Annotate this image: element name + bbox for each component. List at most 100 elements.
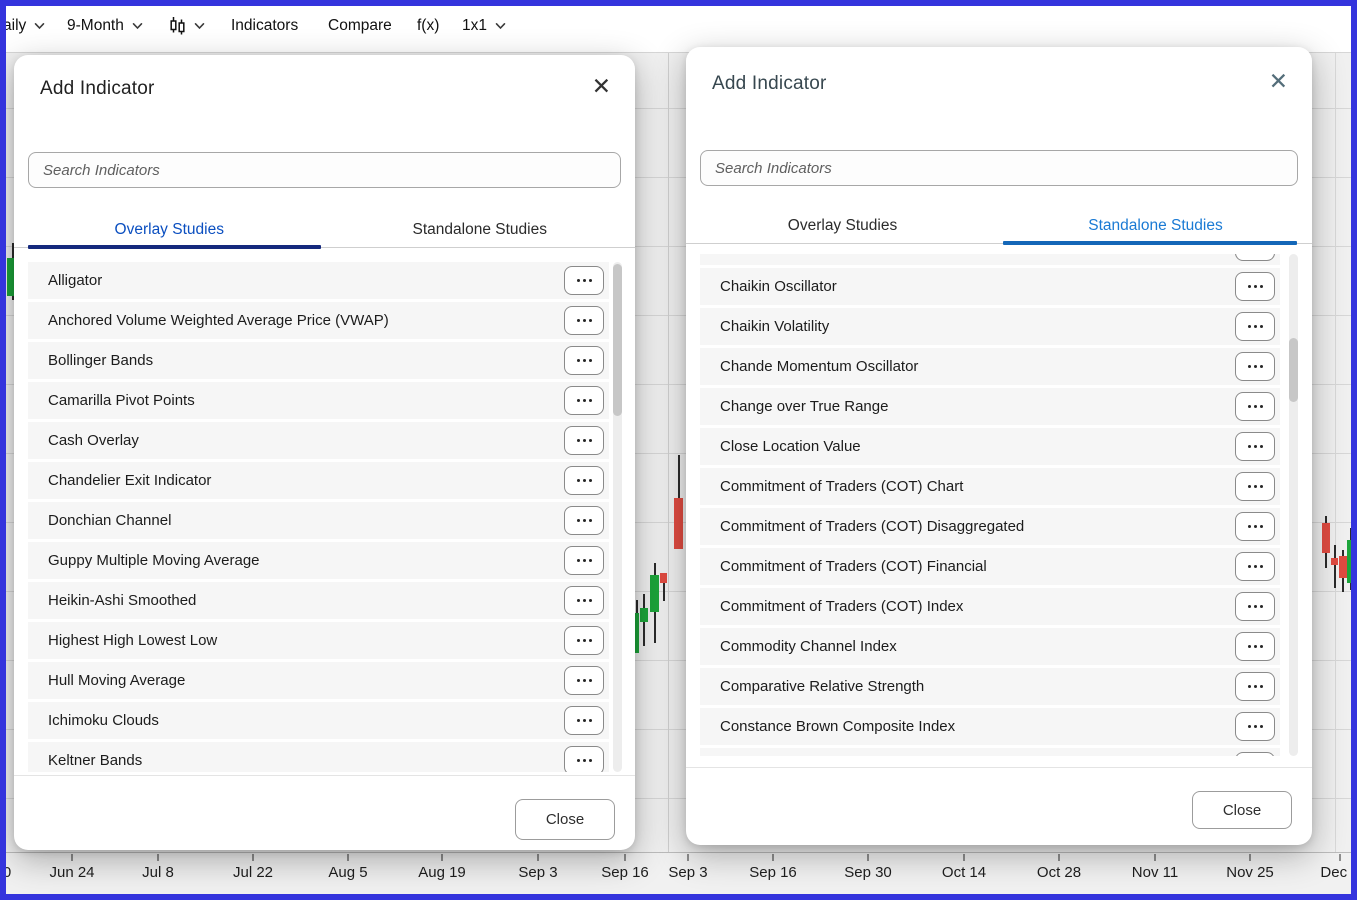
toolbar-item-indicators[interactable]: Indicators [231, 0, 298, 52]
tab-overlay-studies[interactable]: Overlay Studies [14, 215, 325, 247]
indicator-name: Hull Moving Average [48, 662, 185, 699]
scrollbar-thumb[interactable] [1289, 338, 1298, 402]
toolbar-chart-type-button[interactable] [169, 0, 205, 52]
more-options-button[interactable] [564, 506, 604, 535]
list-scrollbar[interactable] [1289, 254, 1298, 756]
more-options-button[interactable] [1235, 752, 1275, 756]
axis-tick [347, 854, 349, 861]
more-options-button[interactable] [564, 626, 604, 655]
more-options-button[interactable] [1235, 254, 1275, 261]
indicator-row: Commitment of Traders (COT) Disaggregate… [700, 508, 1280, 545]
toolbar-item-aily[interactable]: aily [3, 0, 45, 52]
list-scrollbar[interactable] [613, 262, 622, 772]
more-options-button[interactable] [1235, 272, 1275, 301]
add-indicator-dialog-left: Add Indicator ✕ Overlay Studies Standalo… [14, 55, 635, 850]
candlestick-down [674, 455, 683, 549]
indicator-name: Chande Momentum Oscillator [720, 348, 918, 385]
scrollbar-thumb[interactable] [613, 264, 622, 416]
tab-standalone-studies[interactable]: Standalone Studies [325, 215, 636, 247]
indicator-row: Chaikin Oscillator [700, 268, 1280, 305]
axis-date-label: Oct 14 [942, 864, 986, 881]
ellipsis-icon [1248, 525, 1251, 528]
indicator-name: Chaikin Volatility [720, 308, 829, 345]
indicator-row: Cash Overlay [28, 422, 609, 459]
footer-divider [14, 775, 635, 776]
more-options-button[interactable] [1235, 552, 1275, 581]
more-options-button[interactable] [1235, 592, 1275, 621]
chevron-down-icon [495, 22, 506, 30]
axis-date-label: Sep 30 [844, 864, 892, 881]
more-options-button[interactable] [1235, 672, 1275, 701]
more-options-button[interactable] [564, 746, 604, 772]
indicator-row: Guppy Multiple Moving Average [28, 542, 609, 579]
close-button[interactable]: Close [515, 799, 615, 840]
indicator-row: Constance Brown Composite Index [700, 708, 1280, 745]
axis-date-label: Jun 24 [49, 864, 94, 881]
close-button[interactable]: Close [1192, 791, 1292, 829]
indicator-name: Ichimoku Clouds [48, 702, 159, 739]
studies-tabs: Overlay Studies Standalone Studies [686, 211, 1312, 244]
x-axis-date-strip: 0Jun 24Jul 8Jul 22Aug 5Aug 19Sep 3Sep 16… [0, 852, 1357, 895]
more-options-button[interactable] [564, 266, 604, 295]
more-options-button[interactable] [564, 306, 604, 335]
more-options-button[interactable] [1235, 392, 1275, 421]
indicator-row: Keltner Bands [28, 742, 609, 772]
search-indicators-input[interactable] [28, 152, 621, 188]
axis-date-label: Nov 11 [1132, 864, 1178, 881]
axis-tick [157, 854, 159, 861]
axis-date-label: Aug 5 [328, 864, 367, 881]
toolbar-item-9-month[interactable]: 9-Month [67, 0, 143, 52]
ellipsis-icon [1248, 325, 1251, 328]
more-options-button[interactable] [564, 546, 604, 575]
close-icon[interactable]: ✕ [592, 75, 611, 98]
more-options-button[interactable] [564, 386, 604, 415]
indicator-name: Comparative Relative Strength [720, 668, 924, 705]
more-options-button[interactable] [1235, 712, 1275, 741]
indicator-name: Camarilla Pivot Points [48, 382, 195, 419]
axis-tick [867, 854, 869, 861]
candlestick-down [1331, 545, 1338, 588]
search-indicators-input[interactable] [700, 150, 1298, 186]
indicator-row: Chande Momentum Oscillator [700, 348, 1280, 385]
tab-standalone-studies[interactable]: Standalone Studies [999, 211, 1312, 243]
indicator-name: Close Location Value [720, 428, 861, 465]
axis-tick [687, 854, 689, 861]
more-options-button[interactable] [564, 346, 604, 375]
indicator-row: Commodity Channel Index [700, 628, 1280, 665]
axis-tick [1339, 854, 1341, 861]
more-options-button[interactable] [564, 706, 604, 735]
toolbar-item-compare[interactable]: Compare [328, 0, 392, 52]
more-options-button[interactable] [1235, 432, 1275, 461]
ellipsis-icon [577, 519, 580, 522]
more-options-button[interactable] [1235, 512, 1275, 541]
indicator-name: Constance Brown Composite Index [720, 708, 955, 745]
axis-tick [624, 854, 626, 861]
tab-overlay-studies[interactable]: Overlay Studies [686, 211, 999, 243]
axis-tick [1249, 854, 1251, 861]
toolbar-item-f-x-[interactable]: f(x) [417, 0, 439, 52]
panel-divider [668, 52, 669, 894]
candlestick-down [1322, 516, 1330, 568]
dialog-title: Add Indicator [712, 73, 827, 95]
toolbar-item-label: aily [3, 17, 26, 35]
axis-date-label: Dec 9 [1320, 864, 1357, 881]
more-options-button[interactable] [564, 466, 604, 495]
indicator-row: Chandelier Exit Indicator [28, 462, 609, 499]
axis-date-label: Aug 19 [418, 864, 466, 881]
indicator-row-partial [700, 748, 1280, 756]
ellipsis-icon [1248, 685, 1251, 688]
close-icon[interactable]: ✕ [1269, 70, 1288, 93]
chart-application-window: aily 9-Month Indicators Compare f(x) 1x1 Add … [0, 0, 1357, 900]
more-options-button[interactable] [564, 426, 604, 455]
more-options-button[interactable] [1235, 472, 1275, 501]
indicator-row: Chaikin Volatility [700, 308, 1280, 345]
more-options-button[interactable] [564, 586, 604, 615]
indicator-row: Anchored Volume Weighted Average Price (… [28, 302, 609, 339]
more-options-button[interactable] [1235, 632, 1275, 661]
more-options-button[interactable] [1235, 312, 1275, 341]
more-options-button[interactable] [1235, 352, 1275, 381]
indicator-name: Commitment of Traders (COT) Disaggregate… [720, 508, 1024, 545]
toolbar-item-1x1[interactable]: 1x1 [462, 0, 506, 52]
more-options-button[interactable] [564, 666, 604, 695]
indicator-name: Change over True Range [720, 388, 888, 425]
